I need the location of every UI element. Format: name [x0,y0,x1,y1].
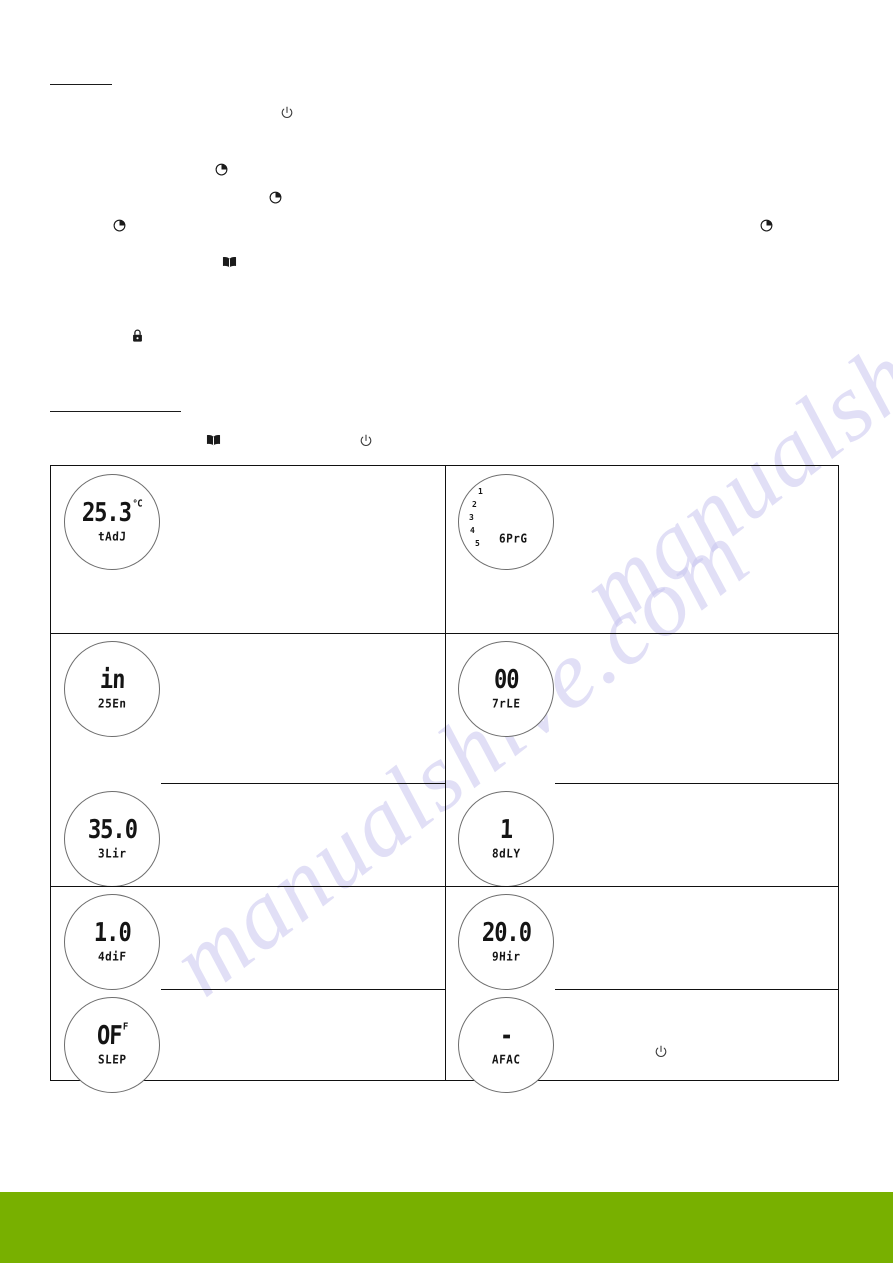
program-number: 4 [470,526,475,535]
lcd-label: 25En [97,695,127,711]
row-separator [445,886,839,887]
row-separator [161,989,445,990]
clock-icon-2 [268,190,283,210]
power-icon-2 [358,433,374,454]
power-icon [279,105,295,126]
display-modes-table: 25.3 °C tAdJ in 25En 35.0 3Lir 1.0 4diF OF F SLEP 1… [50,465,839,1093]
lcd-value: - [499,1021,513,1051]
lcd-unit: °C [132,498,143,510]
lcd-display: in 25En [64,641,160,737]
lcd-display: 1.0 4diF [64,894,160,990]
lock-icon-1 [131,328,144,349]
row-3lir: 35.0 3Lir [51,783,445,887]
lcd-value: in [99,665,125,695]
lcd-label: 3Lir [97,845,127,861]
row-4dif: 1.0 4diF [51,886,445,990]
document-page: manualshive.com manualshive.com 25.3 °C tA… [0,0,893,1263]
lcd-display: OF F SLEP [64,997,160,1093]
lcd-display: 00 7rLE [458,641,554,737]
book-icon-1 [221,255,238,274]
lcd-display: 1 8dLY [458,791,554,887]
row-separator [555,989,839,990]
row-9hir: 20.0 9Hir [445,886,839,990]
row-8dly: 1 8dLY [445,783,839,887]
row-tadj: 25.3 °C tAdJ [51,466,445,633]
book-icon-2 [205,433,222,452]
row-slep: OF F SLEP [51,989,445,1093]
lcd-label: AFAC [491,1051,521,1067]
lcd-display: - AFAC [458,997,554,1093]
row-afac: - AFAC [445,989,839,1093]
lcd-label: tAdJ [97,528,127,544]
row-6prg: 1 2 3 4 5 6PrG [445,466,839,633]
lcd-unit: F [122,1021,128,1033]
program-number: 1 [478,487,483,496]
lcd-label: 6PrG [498,531,528,546]
lcd-display: 1 2 3 4 5 6PrG [458,474,554,570]
lcd-value: 1 [499,815,513,845]
heading-rule-1 [50,84,112,85]
lcd-value: 35.0 [87,815,137,845]
heading-rule-2 [50,411,181,412]
row-25en: in 25En [51,633,445,783]
lcd-value: 25.3 °C [81,498,143,528]
program-number: 5 [475,539,480,548]
lcd-value: OF F [96,1021,128,1051]
clock-icon-3 [112,218,127,238]
program-number: 2 [472,500,477,509]
clock-icon-4 [759,218,774,238]
lcd-display: 35.0 3Lir [64,791,160,887]
row-separator [51,633,445,634]
lcd-value: 00 [493,665,519,695]
lcd-value: 1.0 [93,918,131,948]
row-separator [51,886,445,887]
row-separator [161,783,445,784]
lcd-label: SLEP [97,1051,127,1067]
lcd-label: 7rLE [491,695,521,711]
row-separator [555,783,839,784]
left-column: 25.3 °C tAdJ in 25En 35.0 3Lir 1.0 4diF OF F SLEP [51,466,445,1093]
row-separator [445,633,839,634]
footer-bar [0,1192,893,1263]
lcd-label: 9Hir [491,948,521,964]
program-number: 3 [469,513,474,522]
power-icon-3 [653,1044,669,1065]
lcd-display: 20.0 9Hir [458,894,554,990]
row-7rle: 00 7rLE [445,633,839,783]
lcd-display: 25.3 °C tAdJ [64,474,160,570]
lcd-value: 20.0 [481,918,531,948]
lcd-label: 8dLY [491,845,521,861]
clock-icon-1 [214,162,229,182]
right-column: 1 2 3 4 5 6PrG 00 7rLE 1 8dLY 20.0 9Hir - AFAC [445,466,839,1093]
lcd-label: 4diF [97,948,127,964]
program-number-arc: 12 3 45 [466,488,492,554]
